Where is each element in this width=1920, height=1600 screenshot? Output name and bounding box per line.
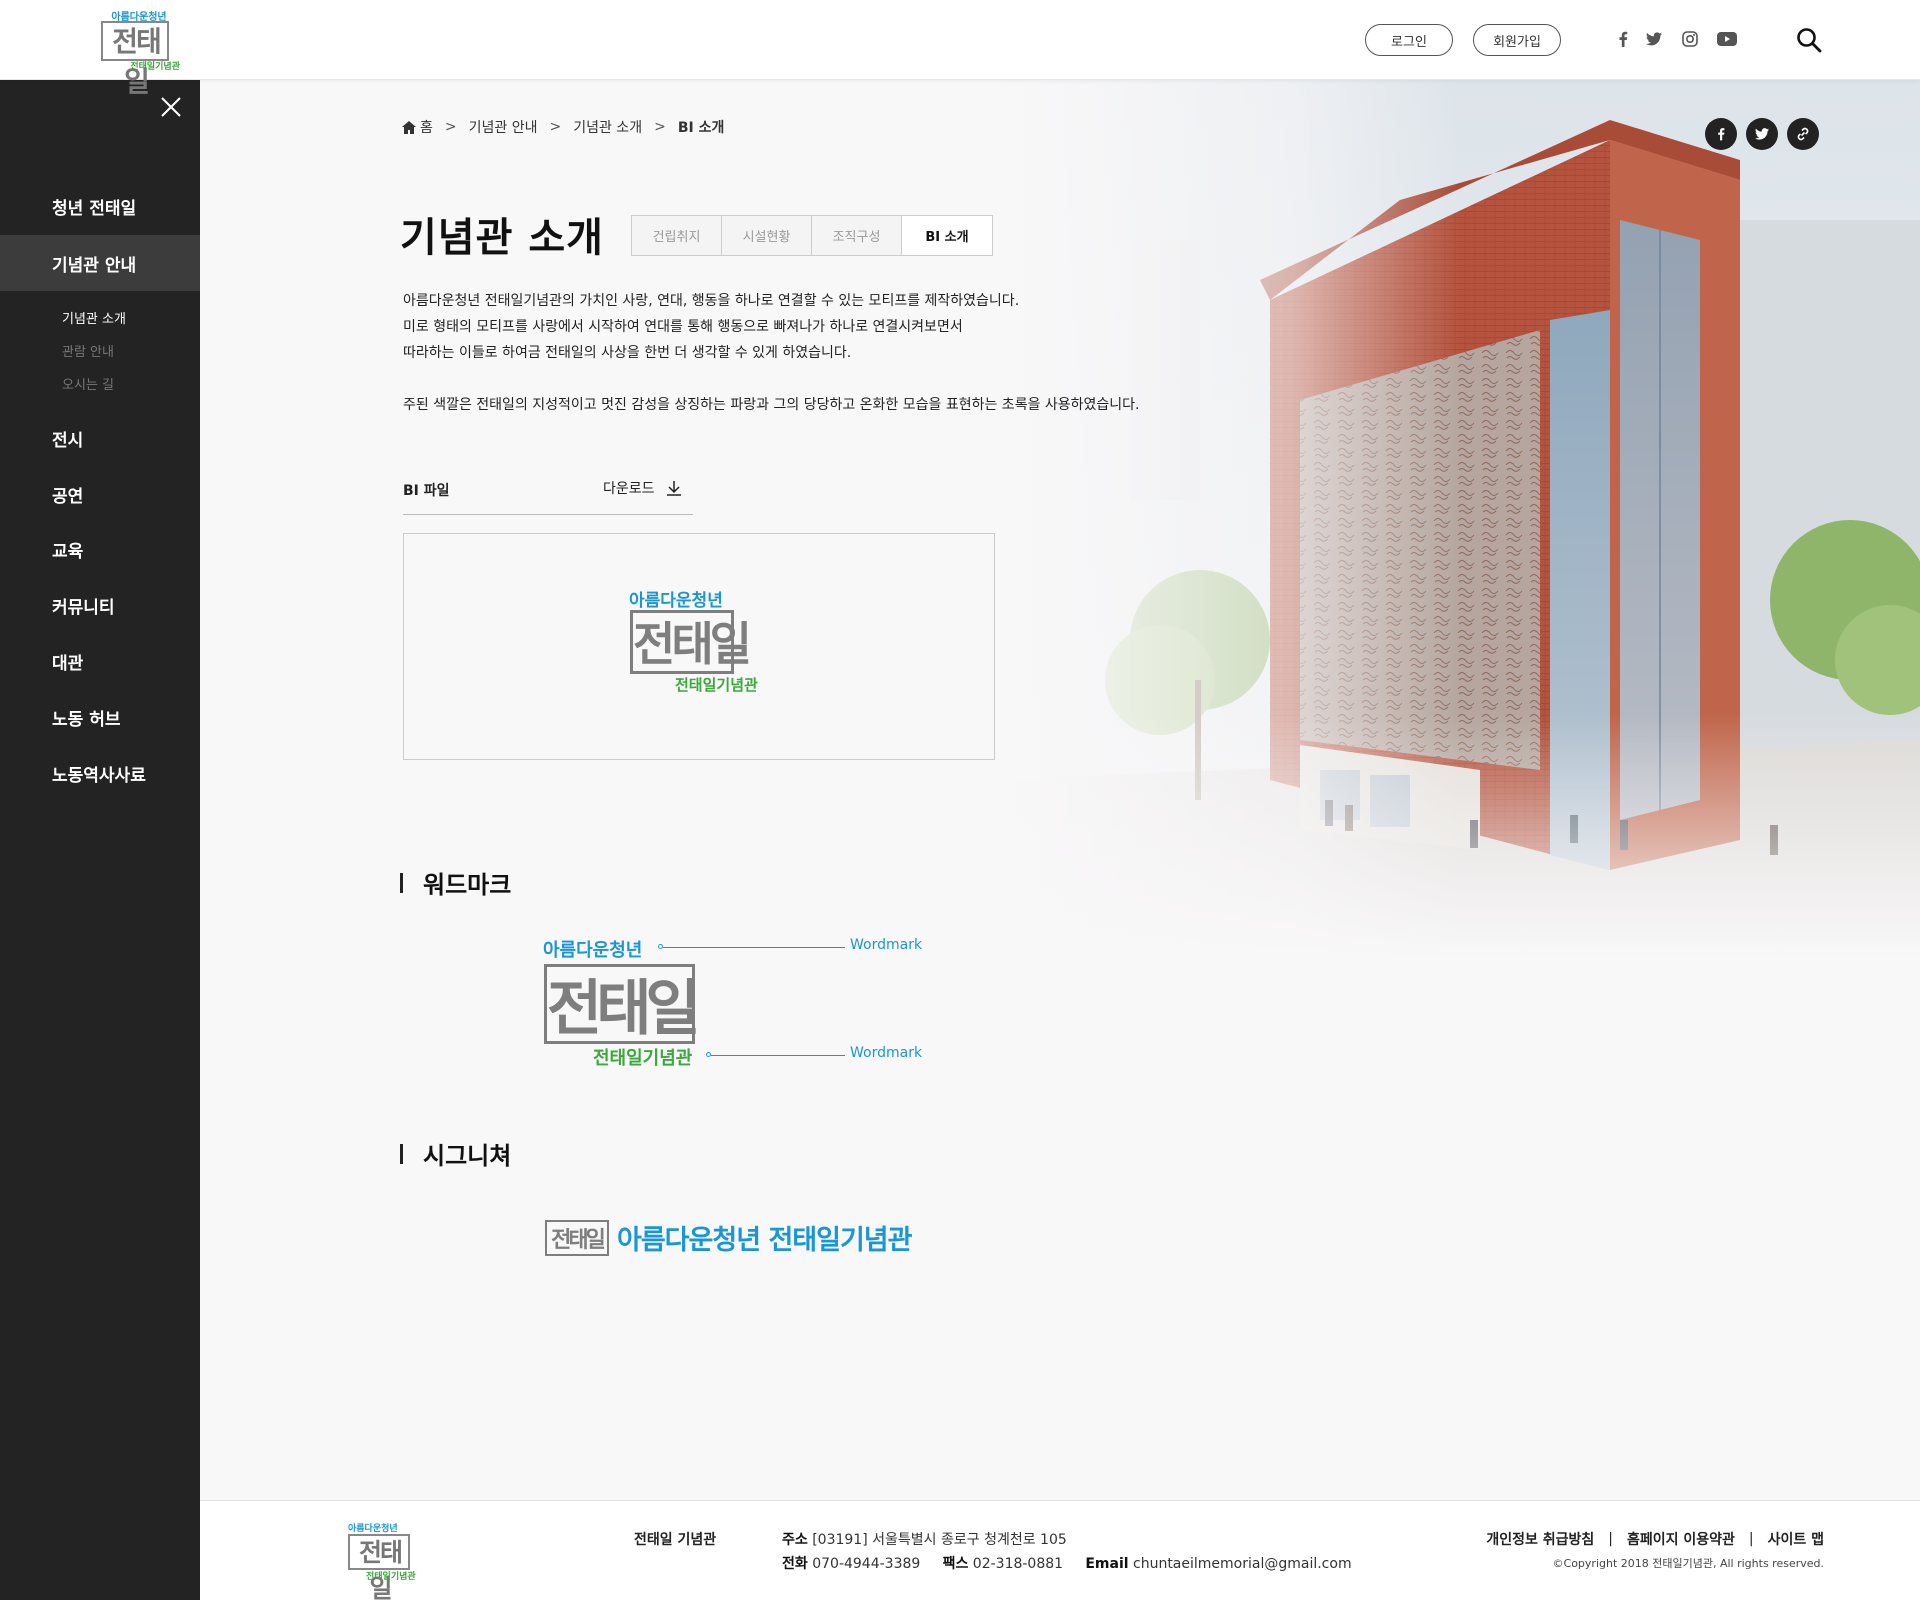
- sidebar-item-exhibition[interactable]: 전시: [0, 410, 200, 466]
- sidebar-item-memorial-guide[interactable]: 기념관 안내: [0, 235, 200, 291]
- share-twitter-icon[interactable]: [1746, 118, 1778, 150]
- search-icon[interactable]: [1795, 26, 1823, 54]
- breadcrumb-separator: >: [654, 119, 666, 135]
- footer-address-value: [03191] 서울특별시 종로구 청계천로 105: [812, 1532, 1067, 1548]
- join-button[interactable]: 회원가입: [1473, 24, 1561, 56]
- wordmark-title: 워드마크: [423, 871, 512, 899]
- facebook-icon[interactable]: [1612, 28, 1634, 50]
- bi-file-label: BI 파일: [403, 483, 450, 499]
- wordmark-label-top: Wordmark: [850, 937, 923, 953]
- breadcrumb-current: BI 소개: [677, 120, 725, 136]
- footer-address: 주소 [03191] 서울특별시 종로구 청계천로 105: [782, 1529, 1067, 1549]
- sidebar-item-performance[interactable]: 공연: [0, 466, 200, 522]
- sidebar-item-rental[interactable]: 대관: [0, 633, 200, 689]
- footer-tel-label: 전화: [782, 1556, 808, 1572]
- signature-title: 시그니쳐: [423, 1142, 512, 1170]
- breadcrumb-level1[interactable]: 기념관 안내: [469, 117, 538, 137]
- section-bar: [400, 872, 403, 893]
- footer-logo-main-text: 전태일: [358, 1538, 403, 1600]
- site-footer: 아름다운청년 전태일 전태일기념관 전태일 기념관 주소 [03191] 서울특…: [200, 1500, 1920, 1600]
- footer-logo: 아름다운청년 전태일 전태일기념관: [348, 1521, 424, 1600]
- bi-logo: 아름다운청년 전태일 전태일기념관: [629, 586, 779, 696]
- footer-links: 개인정보 취급방침 | 홈페이지 이용약관 | 사이트 맵: [1486, 1529, 1824, 1549]
- sidebar-item-education[interactable]: 교육: [0, 521, 200, 577]
- share-link-icon[interactable]: [1787, 118, 1819, 150]
- tab-bi-intro[interactable]: BI 소개: [902, 216, 992, 255]
- footer-copyright: ©Copyright 2018 전태일기념관, All rights reser…: [1552, 1557, 1824, 1570]
- wordmark-bottom-text: 전태일기념관: [593, 1048, 693, 1069]
- description-line-4: 주된 색깔은 전태일의 지성적이고 멋진 감성을 상징하는 파랑과 그의 당당하…: [403, 397, 1140, 413]
- footer-email-value: chuntaeilmemorial@gmail.com: [1133, 1556, 1352, 1572]
- signature-logo: 전태일 아름다운청년 전태일기념관: [545, 1218, 912, 1257]
- footer-contact: 전화 070-4944-3389 팩스 02-318-0881 Email ch…: [782, 1553, 1352, 1573]
- sidebar-item-labor-history[interactable]: 노동역사사료: [0, 745, 200, 801]
- footer-address-label: 주소: [782, 1532, 808, 1548]
- footer-tel-value: 070-4944-3389: [812, 1556, 921, 1572]
- breadcrumb-separator: >: [444, 119, 457, 135]
- footer-fax-value: 02-318-0881: [972, 1556, 1064, 1572]
- sidebar-item-community[interactable]: 커뮤니티: [0, 577, 200, 633]
- wordmark-top-text: 아름다운청년: [543, 940, 643, 961]
- page-title: 기념관 소개: [400, 214, 604, 261]
- footer-fax-label: 팩스: [942, 1556, 969, 1572]
- breadcrumb-level2[interactable]: 기념관 소개: [573, 117, 642, 137]
- bi-logo-bottom-text: 전태일기념관: [675, 676, 758, 694]
- sidebar-nav: 청년 전태일 기념관 안내 기념관 소개 관람 안내 오시는 길 전시 공연 교…: [0, 80, 200, 1600]
- sub-tabs: 건립취지 시설현황 조직구성 BI 소개: [631, 215, 993, 256]
- logo-bottom-text: 전태일기념관: [130, 62, 180, 72]
- download-button[interactable]: 다운로드: [603, 478, 683, 498]
- footer-link-terms[interactable]: 홈페이지 이용약관: [1627, 1529, 1735, 1549]
- wordmark-main-text: 전태일: [547, 974, 701, 1044]
- description-line-3: 따라하는 이들로 하여금 전태일의 사상을 한번 더 생각할 수 있게 하였습니…: [403, 345, 852, 361]
- footer-link-sitemap[interactable]: 사이트 맵: [1768, 1529, 1824, 1549]
- instagram-icon[interactable]: [1679, 28, 1701, 50]
- wordmark-logo: 아름다운청년 전태일 전태일기념관: [543, 936, 703, 1071]
- tab-founding-purpose[interactable]: 건립취지: [632, 216, 722, 255]
- tab-organization[interactable]: 조직구성: [812, 216, 902, 255]
- footer-logo-bottom-text: 전태일기념관: [366, 1572, 416, 1582]
- footer-link-separator: |: [1748, 1531, 1754, 1547]
- signature-text: 아름다운청년 전태일기념관: [617, 1225, 912, 1256]
- youtube-icon[interactable]: [1716, 28, 1738, 50]
- site-header: 아름다운청년 전태일 전태일기념관 로그인 회원가입: [0, 0, 1920, 98]
- login-button[interactable]: 로그인: [1365, 24, 1453, 56]
- bi-logo-main-text: 전태일: [633, 617, 752, 671]
- sidebar-subitem-visit-info[interactable]: 관람 안내: [62, 341, 114, 360]
- tab-facilities[interactable]: 시설현황: [722, 216, 812, 255]
- download-label: 다운로드: [603, 481, 655, 497]
- bi-file-divider: [403, 514, 693, 515]
- breadcrumb: 홈 > 기념관 안내 > 기념관 소개 > BI 소개: [402, 116, 736, 138]
- sidebar-item-youth-jeontaeil[interactable]: 청년 전태일: [0, 178, 200, 234]
- share-facebook-icon[interactable]: [1705, 118, 1737, 150]
- download-icon: [666, 481, 681, 496]
- signature-section-header: 시그니쳐: [400, 1136, 511, 1171]
- site-logo[interactable]: 아름다운청년 전태일 전태일기념관: [100, 8, 180, 98]
- description-line-2: 미로 형태의 모티프를 사랑에서 시작하여 연대를 통해 행동으로 빠져나가 하…: [403, 319, 963, 335]
- signature-box-text: 전태일: [545, 1219, 609, 1256]
- twitter-icon[interactable]: [1643, 28, 1665, 50]
- footer-email-label: Email: [1085, 1556, 1129, 1572]
- bi-logo-preview: 아름다운청년 전태일 전태일기념관: [403, 533, 995, 760]
- sidebar-item-labor-hub[interactable]: 노동 허브: [0, 689, 200, 745]
- section-bar: [400, 1143, 403, 1164]
- sidebar-subitem-directions[interactable]: 오시는 길: [62, 374, 114, 393]
- wordmark-pointer-line: [711, 1055, 845, 1056]
- wordmark-section-header: 워드마크: [400, 865, 511, 900]
- description-line-1: 아름다운청년 전태일기념관의 가치인 사랑, 연대, 행동을 하나로 연결할 수…: [403, 293, 1020, 309]
- footer-link-separator: |: [1608, 1531, 1613, 1547]
- breadcrumb-separator: >: [549, 119, 562, 135]
- building-illustration: [1000, 80, 1920, 960]
- wordmark-label-bottom: Wordmark: [850, 1045, 923, 1061]
- footer-link-privacy[interactable]: 개인정보 취급방침: [1486, 1529, 1594, 1549]
- home-icon[interactable]: [402, 120, 416, 134]
- breadcrumb-home[interactable]: 홈: [420, 117, 433, 137]
- sidebar-subitem-memorial-intro[interactable]: 기념관 소개: [62, 308, 126, 327]
- footer-org-name: 전태일 기념관: [634, 1532, 717, 1548]
- wordmark-pointer-line: [663, 947, 845, 948]
